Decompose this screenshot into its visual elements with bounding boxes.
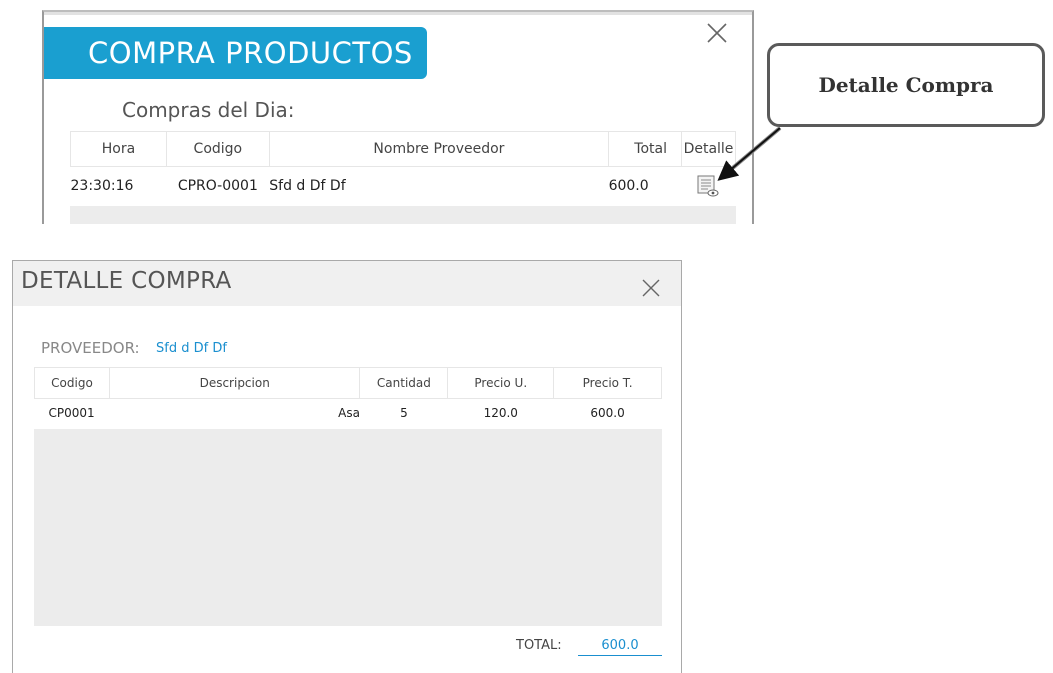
column-header-precio-t[interactable]: Precio T. [553, 367, 662, 399]
column-header-codigo[interactable]: Codigo [34, 367, 110, 399]
window-title: DETALLE COMPRA [21, 268, 232, 294]
cell-descripcion: Asa [338, 406, 360, 420]
proveedor-value: Sfd d Df Df [156, 341, 227, 356]
table-empty-area [34, 429, 662, 626]
column-header-cantidad[interactable]: Cantidad [359, 367, 449, 399]
detalle-table: Codigo Descripcion Cantidad Precio U. Pr… [34, 367, 662, 427]
cell-cantidad: 5 [400, 406, 408, 420]
table-row[interactable]: CP0001 Asa 5 120.0 600.0 [35, 399, 662, 428]
close-icon[interactable] [641, 278, 661, 298]
cell-codigo: CP0001 [48, 406, 95, 420]
cell-precio-u: 120.0 [483, 406, 518, 420]
cell-precio-t: 600.0 [590, 406, 625, 420]
total-value: 600.0 [578, 638, 662, 656]
proveedor-label: PROVEEDOR: [41, 339, 140, 357]
column-header-descripcion[interactable]: Descripcion [108, 367, 361, 399]
column-header-precio-u[interactable]: Precio U. [447, 367, 555, 399]
detalle-compra-window: DETALLE COMPRA PROVEEDOR: Sfd d Df Df Co… [12, 260, 682, 673]
table-header-row: Codigo Descripcion Cantidad Precio U. Pr… [34, 367, 662, 399]
total-label: TOTAL: [516, 638, 562, 653]
